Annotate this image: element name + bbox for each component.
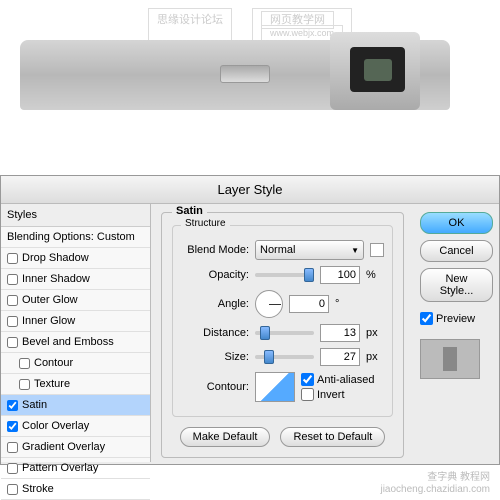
chevron-down-icon: ▼ (351, 246, 359, 255)
style-checkbox[interactable] (7, 295, 18, 306)
styles-list-panel: Styles Blending Options: Custom Drop Sha… (1, 204, 151, 462)
size-slider[interactable] (255, 355, 314, 359)
style-label: Inner Glow (22, 315, 75, 327)
color-swatch[interactable] (370, 243, 384, 257)
camera-lens-inner (364, 59, 392, 81)
style-row-satin[interactable]: Satin (1, 395, 150, 416)
style-row-drop-shadow[interactable]: Drop Shadow (1, 248, 150, 269)
blend-mode-label: Blend Mode: (181, 244, 249, 256)
angle-unit: ° (335, 298, 353, 310)
reset-default-button[interactable]: Reset to Default (280, 427, 385, 447)
style-row-stroke[interactable]: Stroke (1, 479, 150, 500)
ok-button[interactable]: OK (420, 212, 493, 234)
preview-swatch (420, 339, 480, 379)
camera-viewfinder-block (330, 32, 420, 110)
blending-options-row[interactable]: Blending Options: Custom (1, 227, 150, 248)
preview-checkbox[interactable]: Preview (420, 312, 493, 325)
styles-header[interactable]: Styles (1, 204, 150, 227)
style-label: Contour (34, 357, 73, 369)
distance-label: Distance: (181, 327, 249, 339)
satin-group-title: Satin (172, 205, 207, 217)
blend-mode-select[interactable]: Normal ▼ (255, 240, 364, 260)
size-label: Size: (181, 351, 249, 363)
style-label: Pattern Overlay (22, 462, 98, 474)
bottom-watermark: 查字典 教程网 jiaocheng.chazidian.com (380, 472, 490, 496)
structure-group: Structure Blend Mode: Normal ▼ Opacity: … (172, 225, 393, 417)
style-checkbox[interactable] (19, 379, 30, 390)
style-row-pattern-overlay[interactable]: Pattern Overlay (1, 458, 150, 479)
style-label: Drop Shadow (22, 252, 89, 264)
style-checkbox[interactable] (7, 442, 18, 453)
top-watermarks: 思缘设计论坛 网页教学网www.webjx.com (148, 8, 352, 42)
style-row-bevel-and-emboss[interactable]: Bevel and Emboss (1, 332, 150, 353)
opacity-input[interactable]: 100 (320, 266, 360, 284)
style-label: Outer Glow (22, 294, 78, 306)
style-label: Color Overlay (22, 420, 89, 432)
size-input[interactable]: 27 (320, 348, 360, 366)
new-style-button[interactable]: New Style... (420, 268, 493, 302)
style-checkbox[interactable] (7, 400, 18, 411)
style-checkbox[interactable] (7, 421, 18, 432)
style-checkbox[interactable] (7, 337, 18, 348)
opacity-slider[interactable] (255, 273, 314, 277)
size-unit: px (366, 351, 384, 363)
style-checkbox[interactable] (7, 484, 18, 495)
angle-label: Angle: (181, 298, 249, 310)
distance-slider[interactable] (255, 331, 314, 335)
distance-unit: px (366, 327, 384, 339)
style-row-outer-glow[interactable]: Outer Glow (1, 290, 150, 311)
style-row-inner-glow[interactable]: Inner Glow (1, 311, 150, 332)
make-default-button[interactable]: Make Default (180, 427, 271, 447)
opacity-label: Opacity: (181, 269, 249, 281)
contour-picker[interactable] (255, 372, 295, 402)
satin-settings-panel: Satin Structure Blend Mode: Normal ▼ Opa… (151, 204, 414, 462)
structure-title: Structure (181, 218, 230, 229)
cancel-button[interactable]: Cancel (420, 240, 493, 262)
anti-aliased-checkbox[interactable]: Anti-aliased (301, 373, 374, 386)
style-row-gradient-overlay[interactable]: Gradient Overlay (1, 437, 150, 458)
style-label: Satin (22, 399, 47, 411)
opacity-unit: % (366, 269, 384, 281)
distance-input[interactable]: 13 (320, 324, 360, 342)
style-row-contour[interactable]: Contour (1, 353, 150, 374)
camera-slot (220, 65, 270, 83)
angle-dial[interactable] (255, 290, 283, 318)
style-label: Gradient Overlay (22, 441, 105, 453)
image-preview-area: 思缘设计论坛 网页教学网www.webjx.com (0, 0, 500, 170)
style-label: Stroke (22, 483, 54, 495)
style-label: Texture (34, 378, 70, 390)
style-row-inner-shadow[interactable]: Inner Shadow (1, 269, 150, 290)
layer-style-dialog: Layer Style Styles Blending Options: Cus… (0, 175, 500, 465)
dialog-title: Layer Style (1, 176, 499, 204)
watermark-1: 思缘设计论坛 (148, 8, 232, 42)
camera-render (20, 40, 450, 110)
satin-group: Satin Structure Blend Mode: Normal ▼ Opa… (161, 212, 404, 458)
style-row-color-overlay[interactable]: Color Overlay (1, 416, 150, 437)
dialog-buttons-panel: OK Cancel New Style... Preview (414, 204, 499, 462)
style-checkbox[interactable] (7, 463, 18, 474)
angle-input[interactable]: 0 (289, 295, 329, 313)
style-row-texture[interactable]: Texture (1, 374, 150, 395)
style-checkbox[interactable] (7, 274, 18, 285)
invert-checkbox[interactable]: Invert (301, 388, 374, 401)
style-checkbox[interactable] (7, 253, 18, 264)
style-checkbox[interactable] (7, 316, 18, 327)
style-checkbox[interactable] (19, 358, 30, 369)
camera-lens (350, 47, 405, 92)
style-label: Bevel and Emboss (22, 336, 114, 348)
contour-label: Contour: (181, 381, 249, 393)
style-label: Inner Shadow (22, 273, 90, 285)
